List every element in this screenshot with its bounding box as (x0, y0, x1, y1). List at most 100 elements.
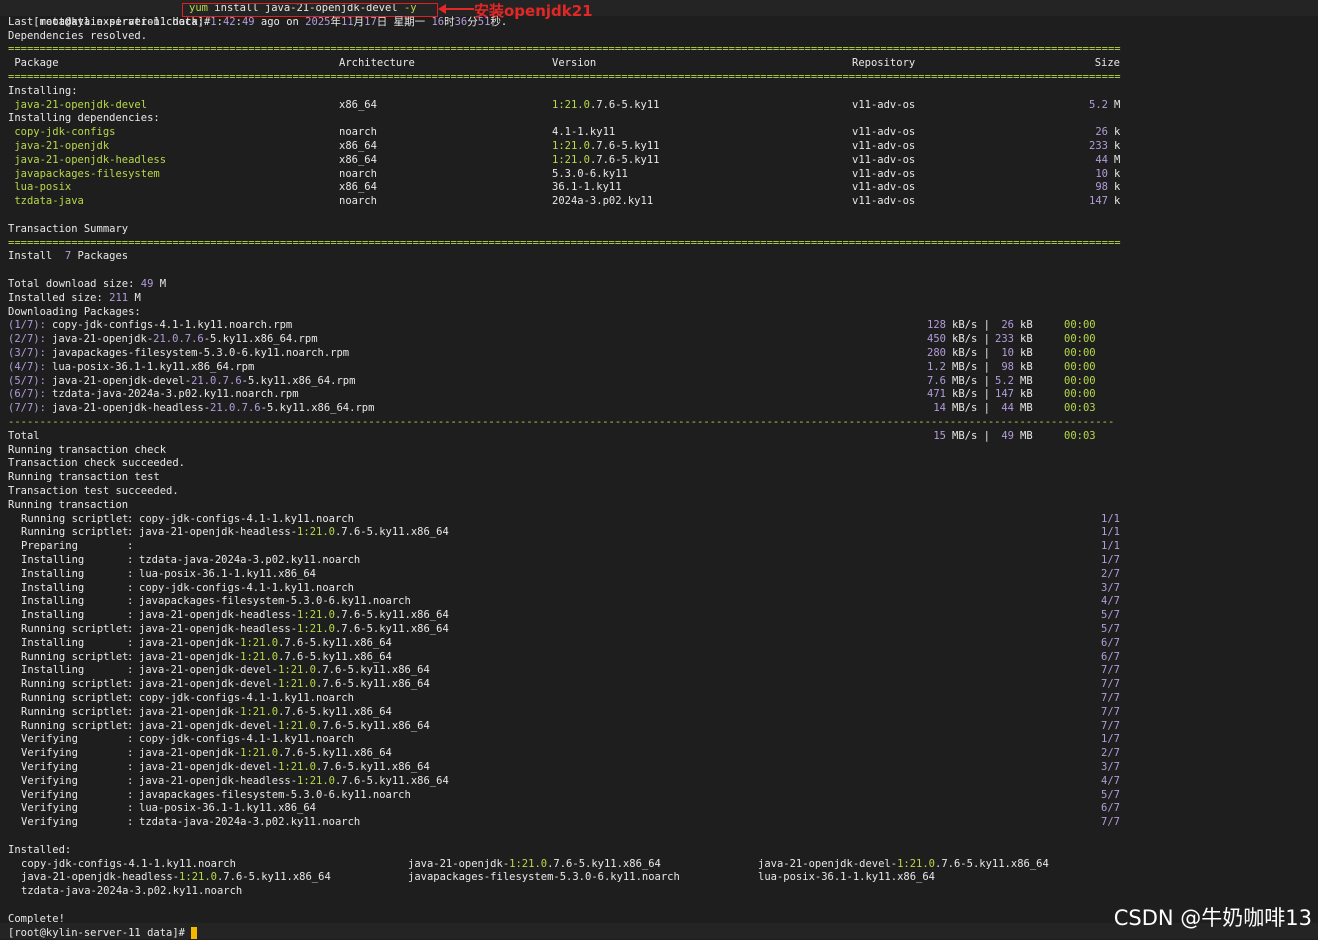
download-rate: 471 (927, 388, 946, 401)
download-size: 98 (1001, 360, 1014, 373)
download-rate-unit: MB/s | (952, 429, 990, 442)
transaction-action: Installing (21, 581, 129, 594)
package-version: 1:21.0.7.6-5.ky11 (552, 98, 660, 111)
download-size-unit: kB (1020, 347, 1033, 359)
package-repo: v11-adv-os (852, 195, 916, 208)
download-time: 00:03 (1064, 402, 1096, 415)
download-time: 00:00 (1064, 360, 1096, 373)
download-size: Total download size: 49 M (8, 278, 167, 290)
transaction-colon: : (127, 816, 134, 829)
transaction-action: Verifying (21, 802, 129, 815)
package-size-unit: k (1114, 140, 1121, 152)
transaction-colon: : (127, 747, 134, 760)
transaction-progress: 7/7 (1101, 664, 1120, 677)
status-line: Transaction check succeeded. (8, 457, 186, 470)
transaction-package: java-21-openjdk-1:21.0.7.6-5.ky11.x86_64 (139, 636, 392, 649)
download-file: tzdata-java-2024a-3.p02.ky11.noarch.rpm (52, 388, 299, 401)
status-line: Running transaction check (8, 443, 167, 456)
transaction-progress: 6/7 (1101, 650, 1120, 663)
dash-separator: ----------------------------------------… (8, 416, 1115, 428)
download-rate: 128 (927, 319, 946, 332)
header-repository: Repository (852, 57, 916, 70)
package-size: 10 (1095, 167, 1108, 180)
download-index: (5/7): (8, 374, 46, 387)
prompt: [root@kylin-server-11 data]# (8, 926, 192, 939)
transaction-progress: 1/1 (1101, 526, 1120, 539)
transaction-colon: : (127, 636, 134, 649)
transaction-progress: 7/7 (1101, 719, 1120, 732)
transaction-package: copy-jdk-configs-4.1-1.ky11.noarch (139, 692, 354, 704)
download-size: 233 (995, 333, 1014, 346)
installing-label: Installing: (8, 84, 78, 97)
download-rate-unit: kB/s | (952, 388, 990, 401)
transaction-progress: 5/7 (1101, 609, 1120, 622)
transaction-progress: 2/7 (1101, 567, 1120, 580)
transaction-package: javapackages-filesystem-5.3.0-6.ky11.noa… (139, 595, 411, 608)
download-rate-unit: kB/s | (952, 319, 990, 332)
install-summary: Install 7 Packages (8, 250, 129, 263)
transaction-package: java-21-openjdk-1:21.0.7.6-5.ky11.x86_64 (139, 705, 392, 718)
transaction-colon: : (127, 650, 134, 663)
download-size-unit: kB (1020, 360, 1033, 373)
transaction-progress: 1/7 (1101, 554, 1120, 566)
installed-package: java-21-openjdk-headless-1:21.0.7.6-5.ky… (21, 871, 331, 884)
download-rate-unit: MB/s | (952, 360, 990, 373)
download-file: javapackages-filesystem-5.3.0-6.ky11.noa… (52, 347, 350, 359)
package-size: 5.2 (1089, 98, 1108, 111)
transaction-package: java-21-openjdk-headless-1:21.0.7.6-5.ky… (139, 774, 449, 787)
package-name: tzdata-java (8, 195, 84, 208)
transaction-action: Running scriptlet (21, 692, 129, 704)
download-size: 26 (1001, 319, 1014, 332)
installed-package: java-21-openjdk-devel-1:21.0.7.6-5.ky11.… (758, 857, 1049, 870)
transaction-package: java-21-openjdk-devel-1:21.0.7.6-5.ky11.… (139, 678, 430, 691)
separator: ========================================… (8, 236, 1121, 249)
download-rate-unit: MB/s | (952, 374, 990, 387)
transaction-package: copy-jdk-configs-4.1-1.ky11.noarch (139, 733, 354, 746)
transaction-progress: 7/7 (1101, 678, 1120, 691)
package-size: 233 (1089, 140, 1108, 152)
transaction-progress: 3/7 (1101, 761, 1120, 773)
package-arch: x86_64 (339, 181, 377, 194)
package-repo: v11-adv-os (852, 153, 916, 166)
package-repo: v11-adv-os (852, 181, 916, 194)
transaction-action: Preparing (21, 540, 129, 553)
download-file: copy-jdk-configs-4.1-1.ky11.noarch.rpm (52, 319, 293, 332)
package-size-unit: M (1114, 98, 1121, 111)
transaction-action: Installing (21, 595, 129, 608)
transaction-colon: : (127, 733, 134, 746)
package-size-unit: k (1114, 195, 1121, 208)
package-arch: noarch (339, 126, 377, 139)
package-repo: v11-adv-os (852, 98, 916, 111)
transaction-package: lua-posix-36.1-1.ky11.x86_64 (139, 802, 317, 815)
transaction-package: lua-posix-36.1-1.ky11.x86_64 (139, 567, 317, 580)
transaction-colon: : (127, 802, 134, 815)
package-size-unit: M (1114, 153, 1121, 166)
transaction-action: Running scriptlet (21, 678, 129, 691)
download-index: (1/7): (8, 319, 46, 332)
download-rate: 280 (927, 347, 946, 359)
download-size-unit: kB (1020, 333, 1033, 346)
arrow-left-icon (438, 4, 474, 14)
separator: ========================================… (8, 43, 1121, 56)
download-rate-unit: kB/s | (952, 347, 990, 359)
download-size-unit: MB (1020, 429, 1033, 442)
transaction-action: Installing (21, 664, 129, 677)
download-index: (2/7): (8, 333, 46, 346)
download-rate: 450 (927, 333, 946, 346)
transaction-progress: 5/7 (1101, 788, 1120, 801)
terminal-window[interactable]: [root@kylin-server-11 data]# yum install… (0, 0, 1318, 939)
package-version: 1:21.0.7.6-5.ky11 (552, 153, 660, 166)
transaction-package: javapackages-filesystem-5.3.0-6.ky11.noa… (139, 788, 411, 801)
transaction-package: copy-jdk-configs-4.1-1.ky11.noarch (139, 581, 354, 594)
download-index: (7/7): (8, 402, 46, 415)
download-rate: 1.2 (927, 360, 946, 373)
transaction-action: Running scriptlet (21, 705, 129, 718)
transaction-package: java-21-openjdk-devel-1:21.0.7.6-5.ky11.… (139, 761, 430, 773)
download-size-unit: kB (1020, 388, 1033, 401)
download-size-unit: MB (1020, 374, 1033, 387)
package-version: 1:21.0.7.6-5.ky11 (552, 140, 660, 152)
complete-message: Complete! (8, 912, 65, 925)
transaction-progress: 7/7 (1101, 705, 1120, 718)
download-file: lua-posix-36.1-1.ky11.x86_64.rpm (52, 360, 255, 373)
cursor (191, 926, 198, 939)
